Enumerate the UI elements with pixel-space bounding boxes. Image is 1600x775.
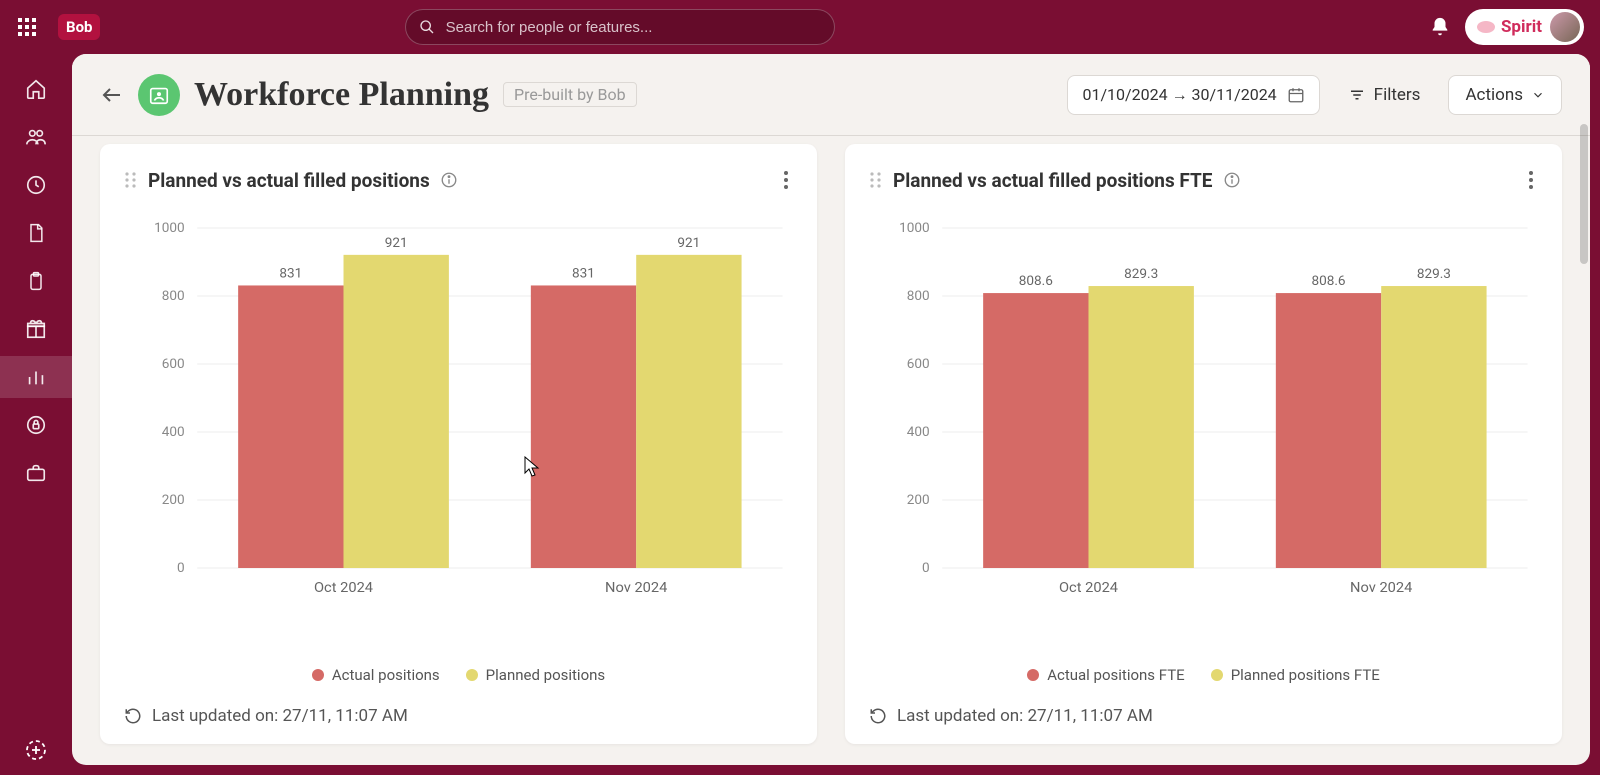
date-range-picker[interactable]: 01/10/2024 → 30/11/2024 bbox=[1067, 75, 1319, 115]
filters-label: Filters bbox=[1374, 85, 1421, 105]
nav-security-icon[interactable] bbox=[0, 404, 72, 446]
actions-label: Actions bbox=[1465, 85, 1523, 105]
search-input[interactable] bbox=[405, 9, 835, 45]
filter-icon bbox=[1348, 86, 1366, 104]
actions-button[interactable]: Actions bbox=[1448, 75, 1562, 115]
chart-legend: Actual positions FTE Planned positions F… bbox=[869, 666, 1538, 684]
chart-area: 0 200 400 600 800 1000 808.6 829.3 Oct 2024 808.6… bbox=[869, 208, 1538, 660]
svg-text:800: 800 bbox=[162, 289, 185, 304]
page-title: Workforce Planning bbox=[194, 76, 489, 114]
refresh-icon[interactable] bbox=[124, 707, 142, 725]
svg-text:200: 200 bbox=[162, 493, 185, 508]
scrollbar[interactable] bbox=[1580, 124, 1588, 264]
svg-text:921: 921 bbox=[677, 236, 700, 251]
refresh-icon[interactable] bbox=[869, 707, 887, 725]
svg-text:400: 400 bbox=[162, 425, 185, 440]
brand-logo[interactable]: Bob bbox=[58, 14, 100, 40]
nav-add-icon[interactable] bbox=[0, 725, 72, 775]
topbar: Bob Spirit bbox=[0, 0, 1600, 54]
prebuilt-chip: Pre-built by Bob bbox=[503, 82, 637, 107]
content-grid: Planned vs actual filled positions 0 200 4… bbox=[72, 136, 1590, 765]
nav-people-icon[interactable] bbox=[0, 116, 72, 158]
card-title: Planned vs actual filled positions bbox=[148, 169, 430, 192]
nav-briefcase-icon[interactable] bbox=[0, 452, 72, 494]
card-footer: Last updated on: 27/11, 11:07 AM bbox=[124, 706, 793, 726]
legend-planned[interactable]: Planned positions FTE bbox=[1211, 666, 1380, 684]
page-header: Workforce Planning Pre-built by Bob 01/1… bbox=[72, 54, 1590, 136]
chart-area: 0 200 400 600 800 1000 831 921 Oct 2024 831 921 Nov… bbox=[124, 208, 793, 660]
svg-text:600: 600 bbox=[162, 357, 185, 372]
page-icon bbox=[138, 74, 180, 116]
card-footer: Last updated on: 27/11, 11:07 AM bbox=[869, 706, 1538, 726]
nav-analytics-icon[interactable] bbox=[0, 356, 72, 398]
chart-legend: Actual positions Planned positions bbox=[124, 666, 793, 684]
card-menu-icon[interactable] bbox=[779, 166, 793, 194]
legend-dot-icon bbox=[1027, 669, 1039, 681]
svg-text:600: 600 bbox=[907, 357, 930, 372]
svg-text:921: 921 bbox=[385, 236, 408, 251]
search-wrap bbox=[405, 9, 835, 45]
svg-text:831: 831 bbox=[279, 267, 302, 282]
svg-text:Oct 2024: Oct 2024 bbox=[1059, 580, 1118, 596]
legend-dot-icon bbox=[312, 669, 324, 681]
svg-text:400: 400 bbox=[907, 425, 930, 440]
legend-dot-icon bbox=[1211, 669, 1223, 681]
legend-actual[interactable]: Actual positions FTE bbox=[1027, 666, 1184, 684]
user-menu[interactable]: Spirit bbox=[1465, 9, 1584, 45]
nav-clock-icon[interactable] bbox=[0, 164, 72, 206]
chart-card-positions: Planned vs actual filled positions 0 200 4… bbox=[100, 144, 817, 744]
svg-text:Nov 2024: Nov 2024 bbox=[1350, 580, 1412, 596]
last-updated-text: Last updated on: 27/11, 11:07 AM bbox=[152, 706, 408, 726]
svg-text:0: 0 bbox=[922, 561, 930, 576]
nav-document-icon[interactable] bbox=[0, 212, 72, 254]
svg-text:Nov 2024: Nov 2024 bbox=[605, 580, 667, 596]
svg-text:1000: 1000 bbox=[899, 221, 930, 236]
filters-button[interactable]: Filters bbox=[1334, 75, 1435, 115]
calendar-icon bbox=[1287, 86, 1305, 104]
svg-text:829.3: 829.3 bbox=[1417, 267, 1451, 282]
legend-planned[interactable]: Planned positions bbox=[466, 666, 605, 684]
nav-gift-icon[interactable] bbox=[0, 308, 72, 350]
svg-text:829.3: 829.3 bbox=[1124, 267, 1158, 282]
card-title: Planned vs actual filled positions FTE bbox=[893, 169, 1213, 192]
svg-text:1000: 1000 bbox=[154, 221, 185, 236]
drag-handle-icon[interactable] bbox=[124, 171, 138, 189]
page-surface: Workforce Planning Pre-built by Bob 01/1… bbox=[72, 54, 1590, 765]
info-icon[interactable] bbox=[440, 171, 458, 189]
card-menu-icon[interactable] bbox=[1524, 166, 1538, 194]
info-icon[interactable] bbox=[1223, 171, 1241, 189]
cloud-icon bbox=[1477, 21, 1495, 33]
notifications-icon[interactable] bbox=[1429, 16, 1451, 38]
legend-actual[interactable]: Actual positions bbox=[312, 666, 440, 684]
last-updated-text: Last updated on: 27/11, 11:07 AM bbox=[897, 706, 1153, 726]
svg-text:Oct 2024: Oct 2024 bbox=[314, 580, 373, 596]
back-icon[interactable] bbox=[100, 83, 124, 107]
svg-text:831: 831 bbox=[572, 267, 595, 282]
chevron-down-icon bbox=[1531, 88, 1545, 102]
left-nav bbox=[0, 54, 72, 775]
date-range-text: 01/10/2024 → 30/11/2024 bbox=[1082, 85, 1276, 105]
legend-dot-icon bbox=[466, 669, 478, 681]
nav-clipboard-icon[interactable] bbox=[0, 260, 72, 302]
svg-text:0: 0 bbox=[177, 561, 185, 576]
svg-text:808.6: 808.6 bbox=[1019, 274, 1053, 289]
search-icon bbox=[419, 19, 435, 35]
svg-text:808.6: 808.6 bbox=[1311, 274, 1345, 289]
avatar bbox=[1550, 12, 1580, 42]
svg-text:800: 800 bbox=[907, 289, 930, 304]
chart-card-positions-fte: Planned vs actual filled positions FTE 0… bbox=[845, 144, 1562, 744]
nav-home-icon[interactable] bbox=[0, 68, 72, 110]
user-name: Spirit bbox=[1501, 17, 1542, 37]
svg-text:200: 200 bbox=[907, 493, 930, 508]
drag-handle-icon[interactable] bbox=[869, 171, 883, 189]
app-launcher-icon[interactable] bbox=[10, 10, 44, 44]
